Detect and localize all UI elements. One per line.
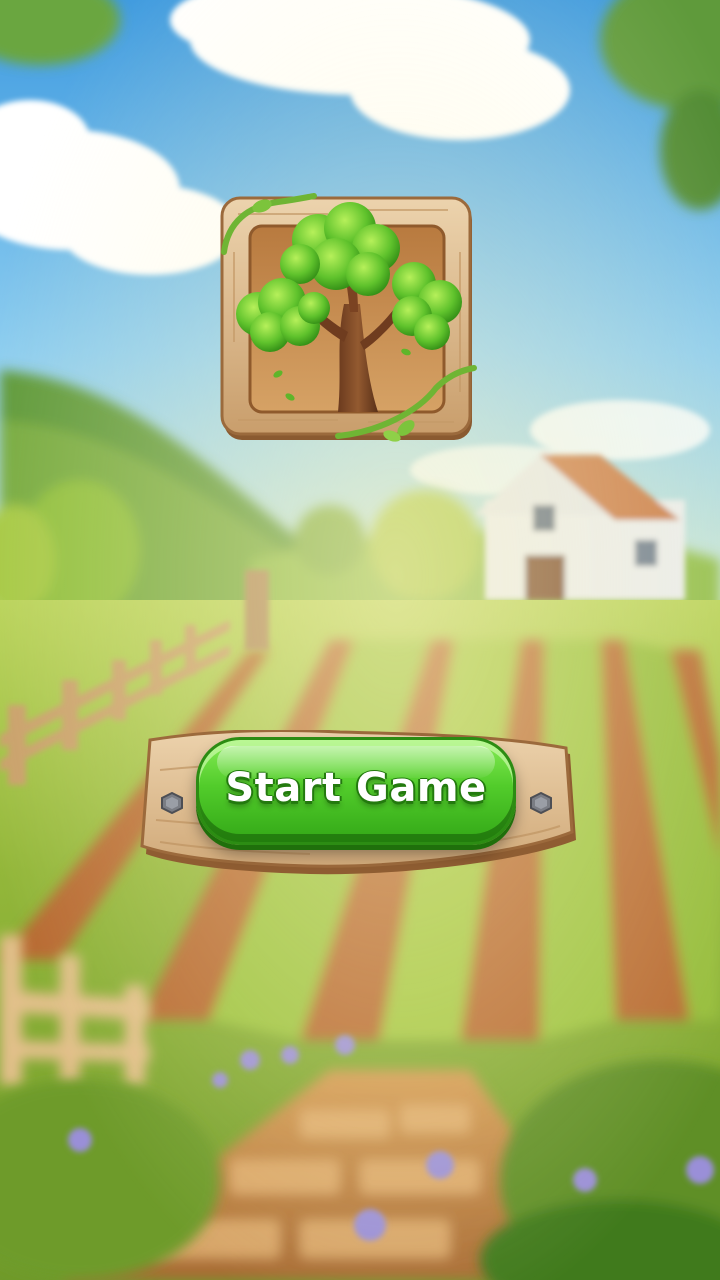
bolt-icon — [161, 792, 183, 814]
start-game-button[interactable]: Start Game — [196, 737, 516, 845]
start-game-label: Start Game — [225, 765, 487, 811]
start-screen: Start Game — [0, 0, 720, 1280]
bolt-icon — [530, 792, 552, 814]
tree-icon — [220, 193, 477, 442]
